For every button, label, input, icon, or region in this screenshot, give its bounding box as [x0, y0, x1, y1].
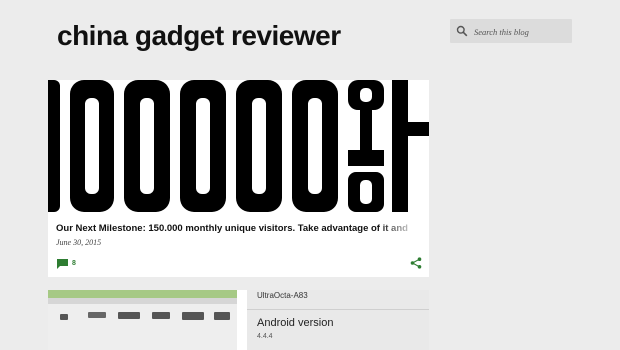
post-hero-image[interactable] — [48, 80, 429, 212]
blog-title[interactable]: china gadget reviewer — [57, 20, 341, 52]
search-box[interactable] — [450, 19, 572, 43]
search-input[interactable] — [472, 22, 572, 42]
device-model: UltraOcta-A83 — [257, 291, 308, 300]
post-date: June 30, 2015 — [56, 238, 102, 247]
comment-icon[interactable] — [56, 258, 69, 270]
comment-count[interactable]: 8 — [72, 260, 76, 267]
divider — [247, 309, 429, 310]
search-icon[interactable] — [456, 25, 468, 37]
android-version-label: Android version — [257, 317, 334, 329]
title-fade — [378, 220, 429, 236]
settings-screenshot[interactable]: UltraOcta-A83 Android version 4.4.4 — [247, 290, 429, 350]
android-version-value: 4.4.4 — [257, 333, 273, 340]
share-icon[interactable] — [410, 257, 422, 269]
post-title-link[interactable]: Our Next Milestone: 150.000 monthly uniq… — [56, 223, 412, 234]
next-post-card[interactable]: UltraOcta-A83 Android version 4.4.4 — [48, 290, 429, 350]
device-photo[interactable] — [48, 290, 237, 350]
post-card: Our Next Milestone: 150.000 monthly uniq… — [48, 80, 429, 277]
